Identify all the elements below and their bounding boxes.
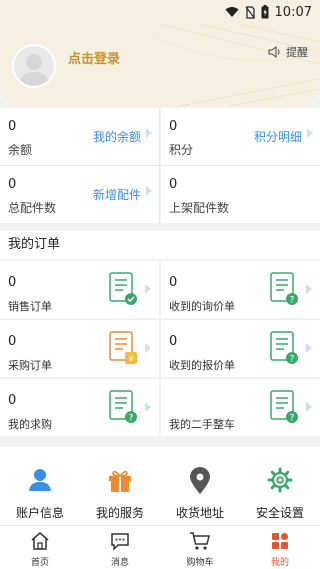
svg-text:?: ? <box>290 414 295 424</box>
points-label: 积分 <box>169 143 194 157</box>
home-icon <box>31 532 49 550</box>
order-inquiries-received[interactable]: 0 收到的询价单 ? <box>161 261 320 318</box>
service-label: 收货地址 <box>175 506 224 520</box>
svg-text:¥: ¥ <box>128 355 133 364</box>
service-label: 我的服务 <box>95 506 144 520</box>
document-question-icon: ? <box>270 390 298 424</box>
tab-label: 首页 <box>30 558 49 568</box>
clock: 10:07 <box>274 4 312 20</box>
order-count: 0 <box>8 334 17 349</box>
order-used-vehicles[interactable]: 我的二手整车 ? <box>161 379 320 436</box>
grid-icon <box>272 533 288 549</box>
order-label: 收到的询价单 <box>169 300 235 313</box>
order-label: 收到的报价单 <box>169 359 235 372</box>
service-my-services[interactable]: 我的服务 <box>80 447 160 525</box>
tab-cart[interactable]: 购物车 <box>160 526 240 569</box>
svg-text:?: ? <box>290 296 295 306</box>
document-check-icon <box>109 272 137 305</box>
chevron-right-icon <box>145 343 151 353</box>
service-security-settings[interactable]: 安全设置 <box>240 447 320 525</box>
svg-text:?: ? <box>290 355 295 365</box>
chevron-right-icon <box>145 284 151 294</box>
status-bar: 10:07 <box>0 0 320 24</box>
avatar[interactable] <box>12 44 56 88</box>
chevron-right-icon <box>306 343 312 353</box>
service-account-info[interactable]: 账户信息 <box>0 447 80 525</box>
order-label: 我的求购 <box>8 418 52 431</box>
stat-listed-parts: 0 上架配件数 <box>161 166 320 223</box>
default-avatar-icon <box>18 54 50 86</box>
order-label: 销售订单 <box>8 300 52 313</box>
order-count: 0 <box>169 275 178 290</box>
balance-value: 0 <box>8 119 17 134</box>
total-parts-value: 0 <box>8 177 17 192</box>
total-parts-label: 总配件数 <box>8 201 57 215</box>
tab-home[interactable]: 首页 <box>0 526 80 569</box>
order-label: 我的二手整车 <box>169 418 235 431</box>
speaker-icon <box>268 46 280 58</box>
order-count: 0 <box>8 275 17 290</box>
chevron-right-icon <box>307 128 313 138</box>
order-label: 采购订单 <box>8 359 52 372</box>
tab-label: 我的 <box>270 558 289 568</box>
order-count: 0 <box>8 393 17 408</box>
my-balance-link[interactable]: 我的余额 <box>93 128 141 145</box>
profile-header: 点击登录 提醒 <box>0 24 320 106</box>
stat-points: 0 积分 积分明细 <box>161 108 320 165</box>
svg-text:?: ? <box>129 414 134 424</box>
remind-button[interactable]: 提醒 <box>268 44 308 60</box>
document-question-icon: ? <box>109 390 137 424</box>
add-parts-link[interactable]: 新增配件 <box>93 186 141 203</box>
header-decoration <box>149 24 320 106</box>
gear-icon <box>267 467 293 493</box>
bottom-nav: 首页 消息 购物车 我的 <box>0 525 320 569</box>
location-pin-icon <box>190 467 210 494</box>
divider <box>0 165 320 166</box>
listed-parts-value: 0 <box>169 177 178 192</box>
document-question-icon: ? <box>270 331 298 365</box>
orders-section-title: 我的订单 <box>0 231 320 259</box>
wifi-icon <box>225 6 239 18</box>
service-label: 安全设置 <box>255 506 304 520</box>
order-purchases[interactable]: 0 采购订单 ¥ <box>0 320 159 377</box>
service-shipping-address[interactable]: 收货地址 <box>160 447 240 525</box>
order-my-requests[interactable]: 0 我的求购 ? <box>0 379 159 436</box>
chevron-right-icon <box>146 128 152 138</box>
order-quotes-received[interactable]: 0 收到的报价单 ? <box>161 320 320 377</box>
login-link[interactable]: 点击登录 <box>68 48 120 67</box>
gift-icon <box>109 470 131 492</box>
chevron-right-icon <box>145 402 151 412</box>
chevron-right-icon <box>306 402 312 412</box>
balance-label: 余额 <box>8 143 33 157</box>
cart-icon <box>190 532 210 550</box>
user-icon <box>29 469 51 491</box>
stat-total-parts: 0 总配件数 新增配件 <box>0 166 159 223</box>
tab-label: 消息 <box>110 558 129 568</box>
tab-label: 购物车 <box>186 558 214 568</box>
points-value: 0 <box>169 119 178 134</box>
chevron-right-icon <box>146 186 152 196</box>
services-bar: 账户信息 我的服务 收货地址 安全设置 <box>0 447 320 525</box>
message-icon <box>111 533 129 551</box>
chevron-right-icon <box>306 284 312 294</box>
stat-balance: 0 余额 我的余额 <box>0 108 159 165</box>
no-sim-icon <box>245 5 255 19</box>
remind-label: 提醒 <box>286 46 308 59</box>
order-sales[interactable]: 0 销售订单 <box>0 261 159 318</box>
points-detail-link[interactable]: 积分明细 <box>254 128 302 145</box>
document-yen-icon: ¥ <box>109 331 137 364</box>
service-label: 账户信息 <box>15 506 64 520</box>
order-count: 0 <box>169 334 178 349</box>
battery-charging-icon <box>261 5 269 19</box>
listed-parts-label: 上架配件数 <box>169 201 230 215</box>
tab-mine[interactable]: 我的 <box>240 526 320 569</box>
tab-messages[interactable]: 消息 <box>80 526 160 569</box>
document-question-icon: ? <box>270 272 298 306</box>
